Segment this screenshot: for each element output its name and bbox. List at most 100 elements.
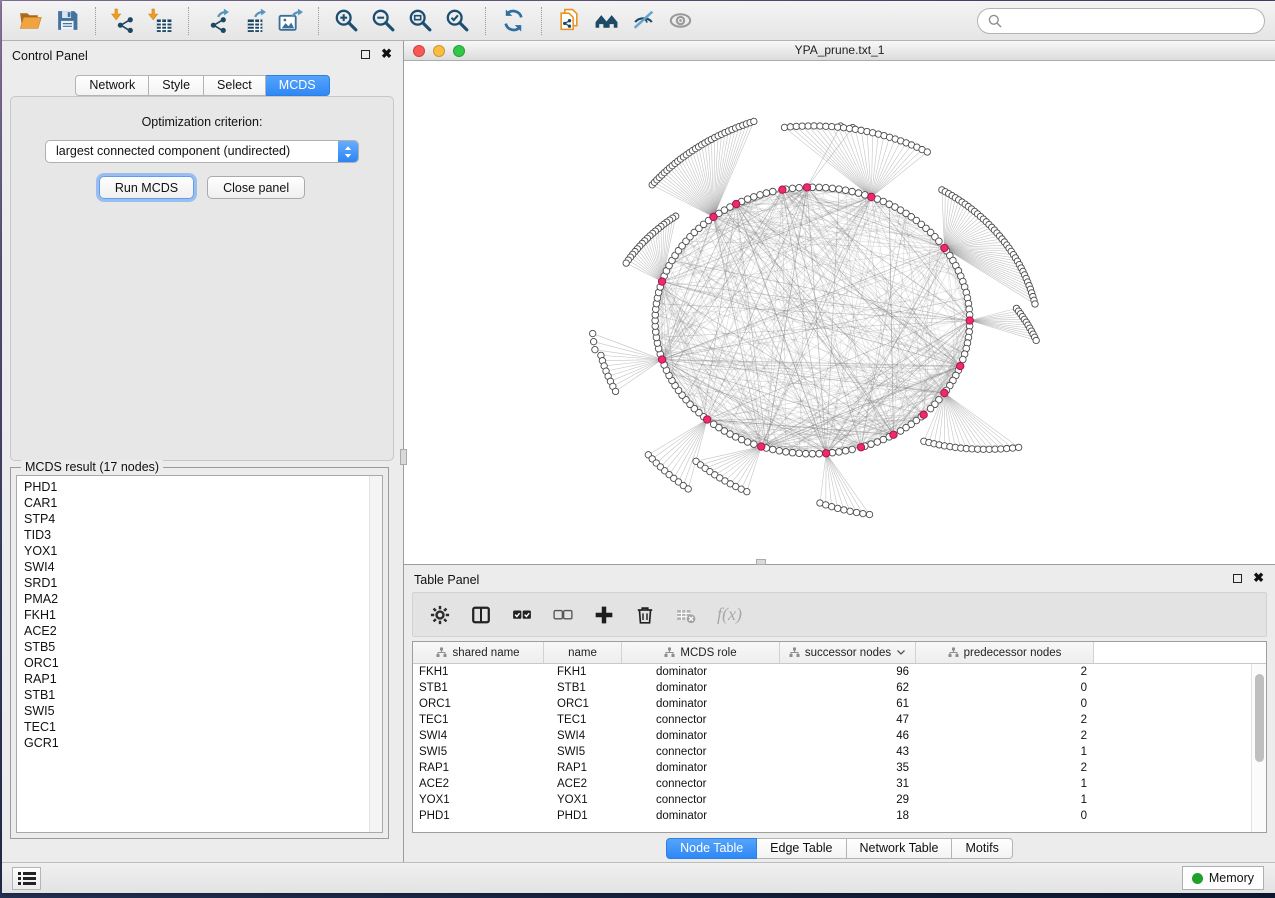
table-cell: STB1 [544, 680, 622, 696]
table-tab-motifs[interactable]: Motifs [952, 838, 1012, 859]
export-image-button[interactable] [272, 4, 309, 37]
mcds-result-title: MCDS result (17 nodes) [21, 460, 163, 474]
mcds-result-node[interactable]: FKH1 [24, 607, 382, 623]
table-panel-close-button[interactable]: ✖ [1253, 571, 1264, 585]
optimization-criterion-select[interactable]: largest connected component (undirected) [45, 140, 359, 163]
table-row[interactable]: STB1STB1dominator620 [413, 680, 1251, 696]
save-session-button[interactable] [49, 4, 86, 37]
table-cell: 61 [780, 696, 916, 712]
maximize-window-icon[interactable] [453, 45, 465, 57]
show-columns-button[interactable] [471, 605, 491, 625]
zoom-in-button[interactable] [328, 4, 365, 37]
table-row[interactable]: PHD1PHD1dominator180 [413, 808, 1251, 824]
table-row[interactable]: FKH1FKH1dominator962 [413, 664, 1251, 680]
mcds-result-node[interactable]: PMA2 [24, 591, 382, 607]
open-session-icon [18, 8, 43, 33]
table-panel-title: Table Panel [414, 573, 479, 587]
network-graph[interactable] [404, 61, 1275, 564]
table-row[interactable]: SWI4SWI4dominator462 [413, 728, 1251, 744]
zoom-selected-button[interactable] [439, 4, 476, 37]
close-panel-button[interactable]: Close panel [207, 176, 305, 199]
refresh-icon [501, 8, 526, 33]
column-header-name[interactable]: name [544, 642, 622, 663]
table-row[interactable]: YOX1YOX1connector291 [413, 792, 1251, 808]
table-cell: connector [622, 712, 780, 728]
mcds-result-node[interactable]: SWI4 [24, 559, 382, 575]
share-network-button[interactable] [551, 4, 588, 37]
vertical-splitter-handle[interactable] [400, 449, 407, 465]
mcds-result-node[interactable]: ORC1 [24, 655, 382, 671]
table-row[interactable]: SWI5SWI5connector431 [413, 744, 1251, 760]
select-all-rows-button[interactable] [512, 605, 532, 625]
table-scrollbar-track[interactable] [1251, 664, 1266, 832]
mcds-result-node[interactable]: RAP1 [24, 671, 382, 687]
table-tab-edge-table[interactable]: Edge Table [757, 838, 846, 859]
table-settings-button[interactable] [430, 605, 450, 625]
minimize-window-icon[interactable] [433, 45, 445, 57]
network-overview-button[interactable] [588, 4, 625, 37]
control-tab-select[interactable]: Select [204, 75, 266, 96]
control-tab-style[interactable]: Style [149, 75, 204, 96]
mcds-result-node[interactable]: PHD1 [24, 479, 382, 495]
table-tab-network-table[interactable]: Network Table [847, 838, 953, 859]
table-panel-float-button[interactable] [1233, 574, 1242, 583]
control-panel-close-button[interactable]: ✖ [381, 47, 392, 61]
control-tab-network[interactable]: Network [75, 75, 149, 96]
mcds-result-node[interactable]: SWI5 [24, 703, 382, 719]
horizontal-splitter-handle[interactable] [756, 559, 766, 565]
hide-details-button[interactable] [625, 4, 662, 37]
search-input[interactable] [1008, 14, 1254, 28]
mcds-result-node[interactable]: CAR1 [24, 495, 382, 511]
table-cell: 31 [780, 776, 916, 792]
export-table-button[interactable] [235, 4, 272, 37]
run-mcds-button[interactable]: Run MCDS [99, 176, 194, 199]
sort-chevron-icon [896, 649, 906, 656]
deselect-all-rows-button[interactable] [553, 605, 573, 625]
mcds-result-node[interactable]: ACE2 [24, 623, 382, 639]
memory-status-icon [1192, 873, 1203, 884]
table-row[interactable]: RAP1RAP1dominator352 [413, 760, 1251, 776]
delete-columns-button[interactable] [635, 605, 655, 625]
table-cell: 46 [780, 728, 916, 744]
open-session-button[interactable] [12, 4, 49, 37]
add-column-button[interactable] [594, 605, 614, 625]
export-network-button[interactable] [198, 4, 235, 37]
column-header-shared-name[interactable]: shared name [413, 642, 544, 663]
mcds-result-node[interactable]: SRD1 [24, 575, 382, 591]
mcds-result-list[interactable]: PHD1CAR1STP4TID3YOX1SWI4SRD1PMA2FKH1ACE2… [16, 475, 383, 833]
mcds-result-node[interactable]: STP4 [24, 511, 382, 527]
close-window-icon[interactable] [413, 45, 425, 57]
mcds-result-node[interactable]: STB1 [24, 687, 382, 703]
table-cell: 2 [916, 712, 1094, 728]
mcds-result-node[interactable]: TEC1 [24, 719, 382, 735]
import-network-button[interactable] [105, 4, 142, 37]
mcds-list-scrollbar[interactable] [369, 476, 382, 832]
memory-button[interactable]: Memory [1182, 866, 1264, 890]
status-menu-button[interactable] [12, 867, 41, 890]
import-table-button[interactable] [142, 4, 179, 37]
table-panel: Table Panel ✖ f(x) shared namenameMCDS r… [404, 565, 1275, 862]
control-panel-float-button[interactable] [361, 50, 370, 59]
mcds-result-node[interactable]: YOX1 [24, 543, 382, 559]
tree-column-icon [436, 647, 447, 658]
table-scrollbar-thumb[interactable] [1255, 674, 1264, 762]
table-cell: FKH1 [544, 664, 622, 680]
table-cell: 2 [916, 728, 1094, 744]
zoom-out-button[interactable] [365, 4, 402, 37]
column-header-mcds-role[interactable]: MCDS role [622, 642, 780, 663]
table-row[interactable]: ORC1ORC1dominator610 [413, 696, 1251, 712]
column-header-predecessor-nodes[interactable]: predecessor nodes [916, 642, 1094, 663]
column-header-successor-nodes[interactable]: successor nodes [780, 642, 916, 663]
mcds-result-node[interactable]: GCR1 [24, 735, 382, 751]
show-details-button[interactable] [662, 4, 699, 37]
mcds-result-node[interactable]: TID3 [24, 527, 382, 543]
refresh-button[interactable] [495, 4, 532, 37]
main-area: Control Panel ✖ NetworkStyleSelectMCDS O… [2, 41, 1275, 862]
control-tab-mcds[interactable]: MCDS [266, 75, 330, 96]
table-row[interactable]: ACE2ACE2connector311 [413, 776, 1251, 792]
network-canvas[interactable] [404, 61, 1275, 564]
table-tab-node-table[interactable]: Node Table [666, 838, 757, 859]
mcds-result-node[interactable]: STB5 [24, 639, 382, 655]
zoom-fit-button[interactable] [402, 4, 439, 37]
table-row[interactable]: TEC1TEC1connector472 [413, 712, 1251, 728]
